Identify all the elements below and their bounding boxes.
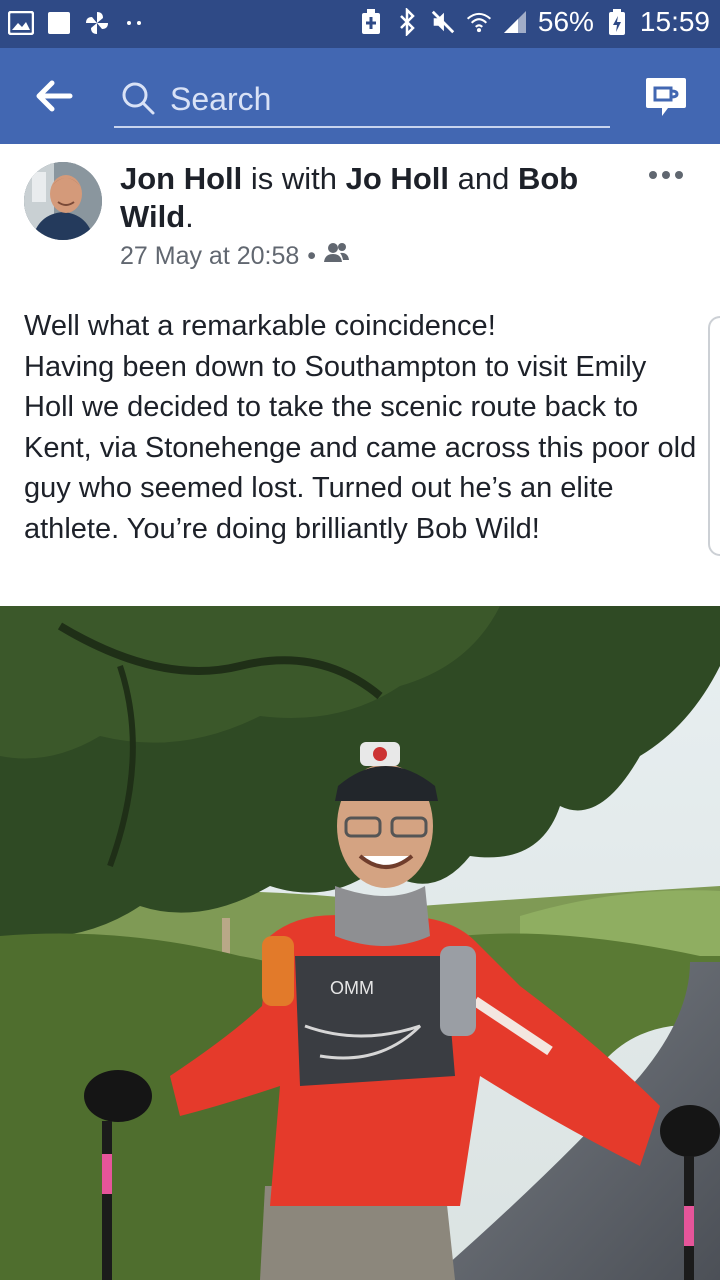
signal-icon <box>502 9 528 35</box>
messenger-icon[interactable] <box>642 74 688 120</box>
friends-icon[interactable] <box>324 242 350 271</box>
tagged-user-1[interactable]: Jo Holl <box>346 161 449 196</box>
back-arrow-icon[interactable] <box>34 78 74 114</box>
photo-illustration: OMM <box>0 606 720 1280</box>
status-bar: 56% 15:59 <box>0 0 720 48</box>
scroll-indicator <box>708 316 720 556</box>
author-name[interactable]: Jon Holl <box>120 161 242 196</box>
square-icon <box>46 10 72 36</box>
and-text: and <box>448 161 518 196</box>
clock: 15:59 <box>639 6 710 37</box>
meta-separator: • <box>307 242 317 270</box>
pinwheel-icon <box>84 10 110 36</box>
post-photo[interactable]: OMM <box>0 606 720 1280</box>
post-card: Jon Holl is with Jo Holl and Bob Wild. 2… <box>0 144 720 604</box>
avatar[interactable] <box>24 162 102 240</box>
search-input[interactable] <box>168 78 592 120</box>
post-timestamp[interactable]: 27 May at 20:58 <box>120 242 299 271</box>
status-left-icons <box>8 10 148 36</box>
vest-logo: OMM <box>330 978 374 998</box>
wifi-icon <box>466 9 492 35</box>
top-bar <box>0 48 720 144</box>
mute-icon <box>430 9 456 35</box>
dot <box>675 171 683 179</box>
period: . <box>185 199 194 234</box>
search-icon <box>120 80 156 116</box>
post-body-text: Well what a remarkable coincidence! Havi… <box>24 310 697 545</box>
post-header-text: Jon Holl is with Jo Holl and Bob Wild. <box>120 160 640 236</box>
post-meta: 27 May at 20:58 • <box>120 242 350 271</box>
more-dots-icon <box>122 10 148 36</box>
battery-percent: 56% <box>537 6 594 37</box>
more-options-icon[interactable] <box>648 168 684 182</box>
dot <box>649 171 657 179</box>
battery-saver-icon <box>358 9 384 35</box>
gallery-icon <box>8 10 34 36</box>
search-bar[interactable] <box>114 72 610 128</box>
with-text: is with <box>242 161 346 196</box>
battery-icon <box>604 9 630 35</box>
dot <box>662 171 670 179</box>
status-right: 56% 15:59 <box>358 6 710 38</box>
bluetooth-icon <box>394 8 420 36</box>
